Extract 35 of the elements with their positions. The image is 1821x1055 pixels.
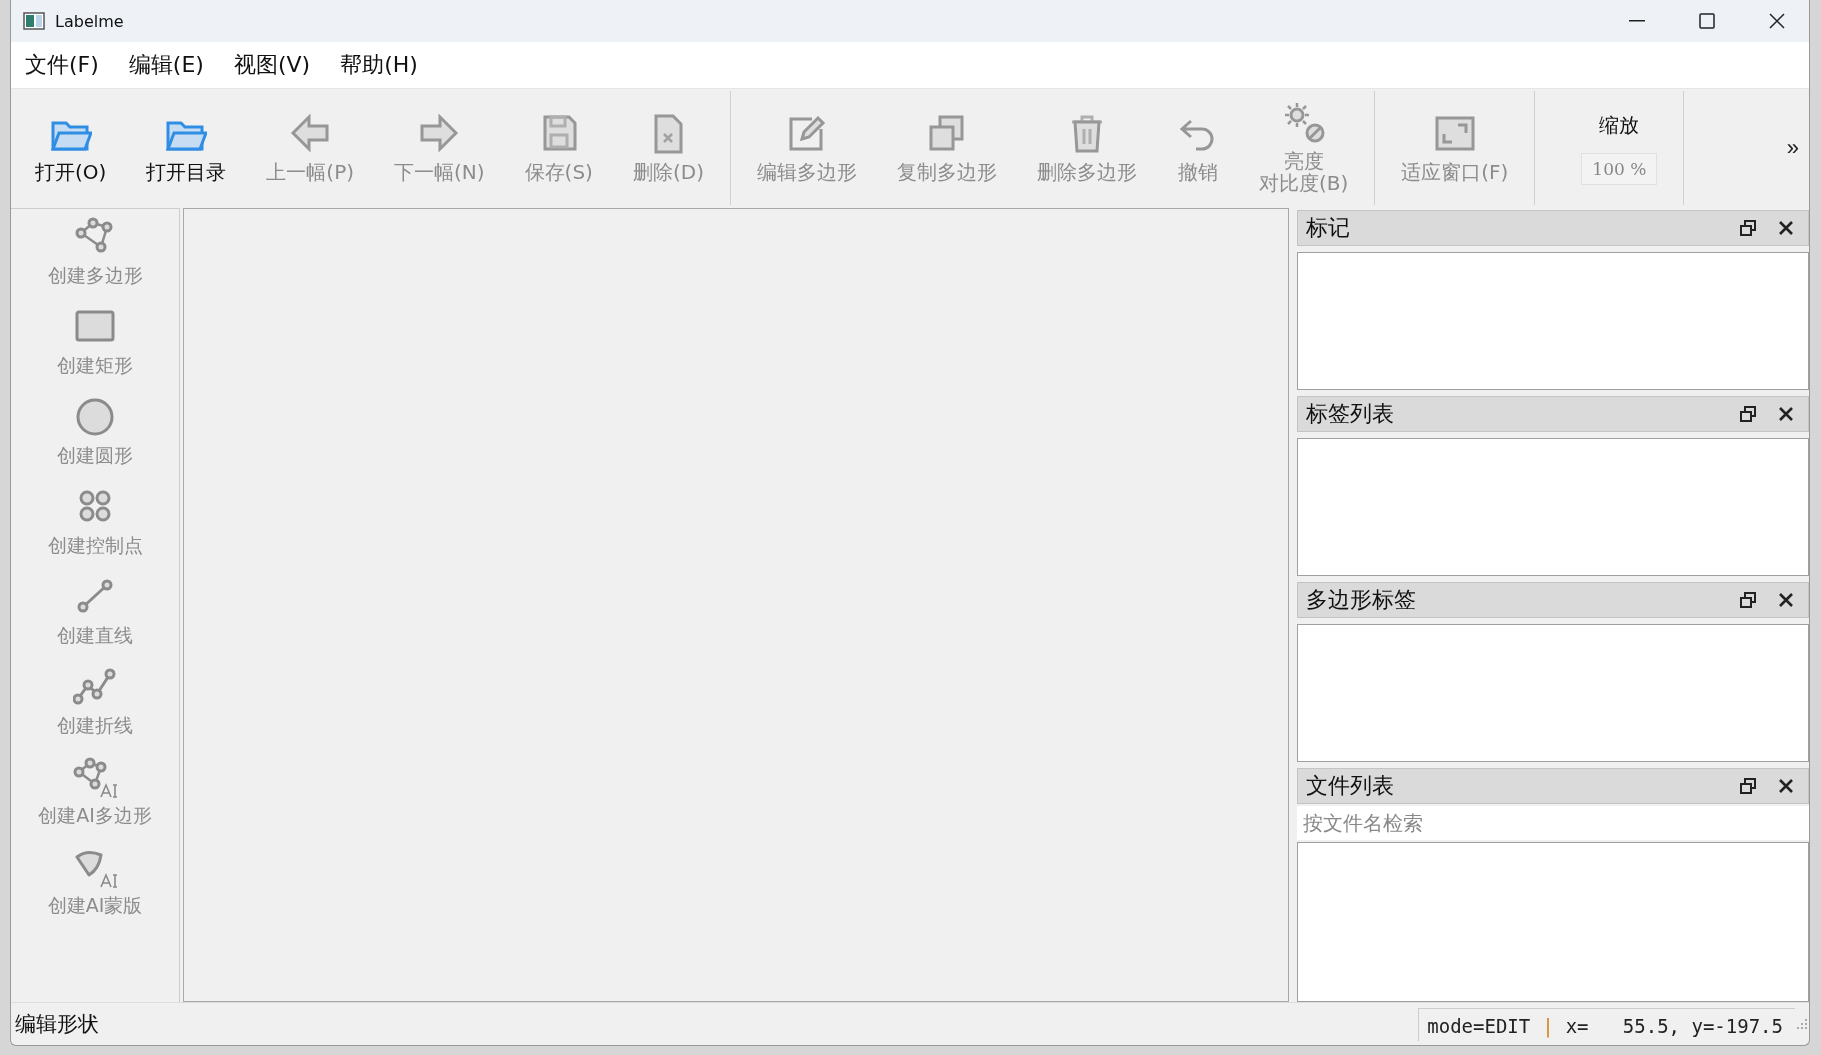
dock-title: 多边形标签 <box>1306 586 1416 614</box>
close-icon <box>1778 592 1794 608</box>
dock-title: 标记 <box>1306 214 1350 242</box>
menu-item[interactable]: 帮助(H) <box>340 46 418 84</box>
zoom-label: 缩放 <box>1599 111 1640 139</box>
close-icon <box>1778 406 1794 422</box>
separator-text: | <box>1542 1014 1554 1037</box>
menu-item[interactable]: 编辑(E) <box>128 46 204 84</box>
resize-grip-icon <box>1795 1017 1809 1031</box>
float-icon <box>1740 220 1756 236</box>
status-message: 编辑形状 <box>14 1011 99 1038</box>
overflow-button[interactable]: » <box>1782 135 1803 161</box>
ai-polygon-icon <box>73 757 117 799</box>
toolbar-button[interactable]: 打开(O) <box>15 107 127 189</box>
minimize-icon <box>1629 20 1645 22</box>
coordinates-text: x= 55.5, y=-197.5 <box>1565 1014 1783 1037</box>
menu-item[interactable]: 文件(F) <box>25 46 99 84</box>
maximize-icon <box>1699 13 1715 29</box>
float-icon <box>1740 406 1756 422</box>
window-title: Labelme <box>55 11 124 31</box>
left-arrow-icon <box>289 113 332 155</box>
dock-title: 文件列表 <box>1306 772 1394 800</box>
right-arrow-icon <box>418 113 461 155</box>
app-icon <box>23 12 45 30</box>
dock-title: 标签列表 <box>1306 400 1394 428</box>
mode-text: mode=EDIT <box>1427 1014 1531 1037</box>
menu-item[interactable]: 视图(V) <box>233 46 311 84</box>
close-icon <box>1769 13 1785 29</box>
toolbar-button[interactable]: 打开目录 <box>126 107 247 189</box>
close-icon <box>1778 778 1794 794</box>
search-field[interactable]: 按文件名检索 <box>1297 806 1809 840</box>
float-icon <box>1740 778 1756 794</box>
float-icon <box>1740 592 1756 608</box>
brightness-icon <box>1282 102 1325 144</box>
close-icon <box>1778 220 1794 236</box>
